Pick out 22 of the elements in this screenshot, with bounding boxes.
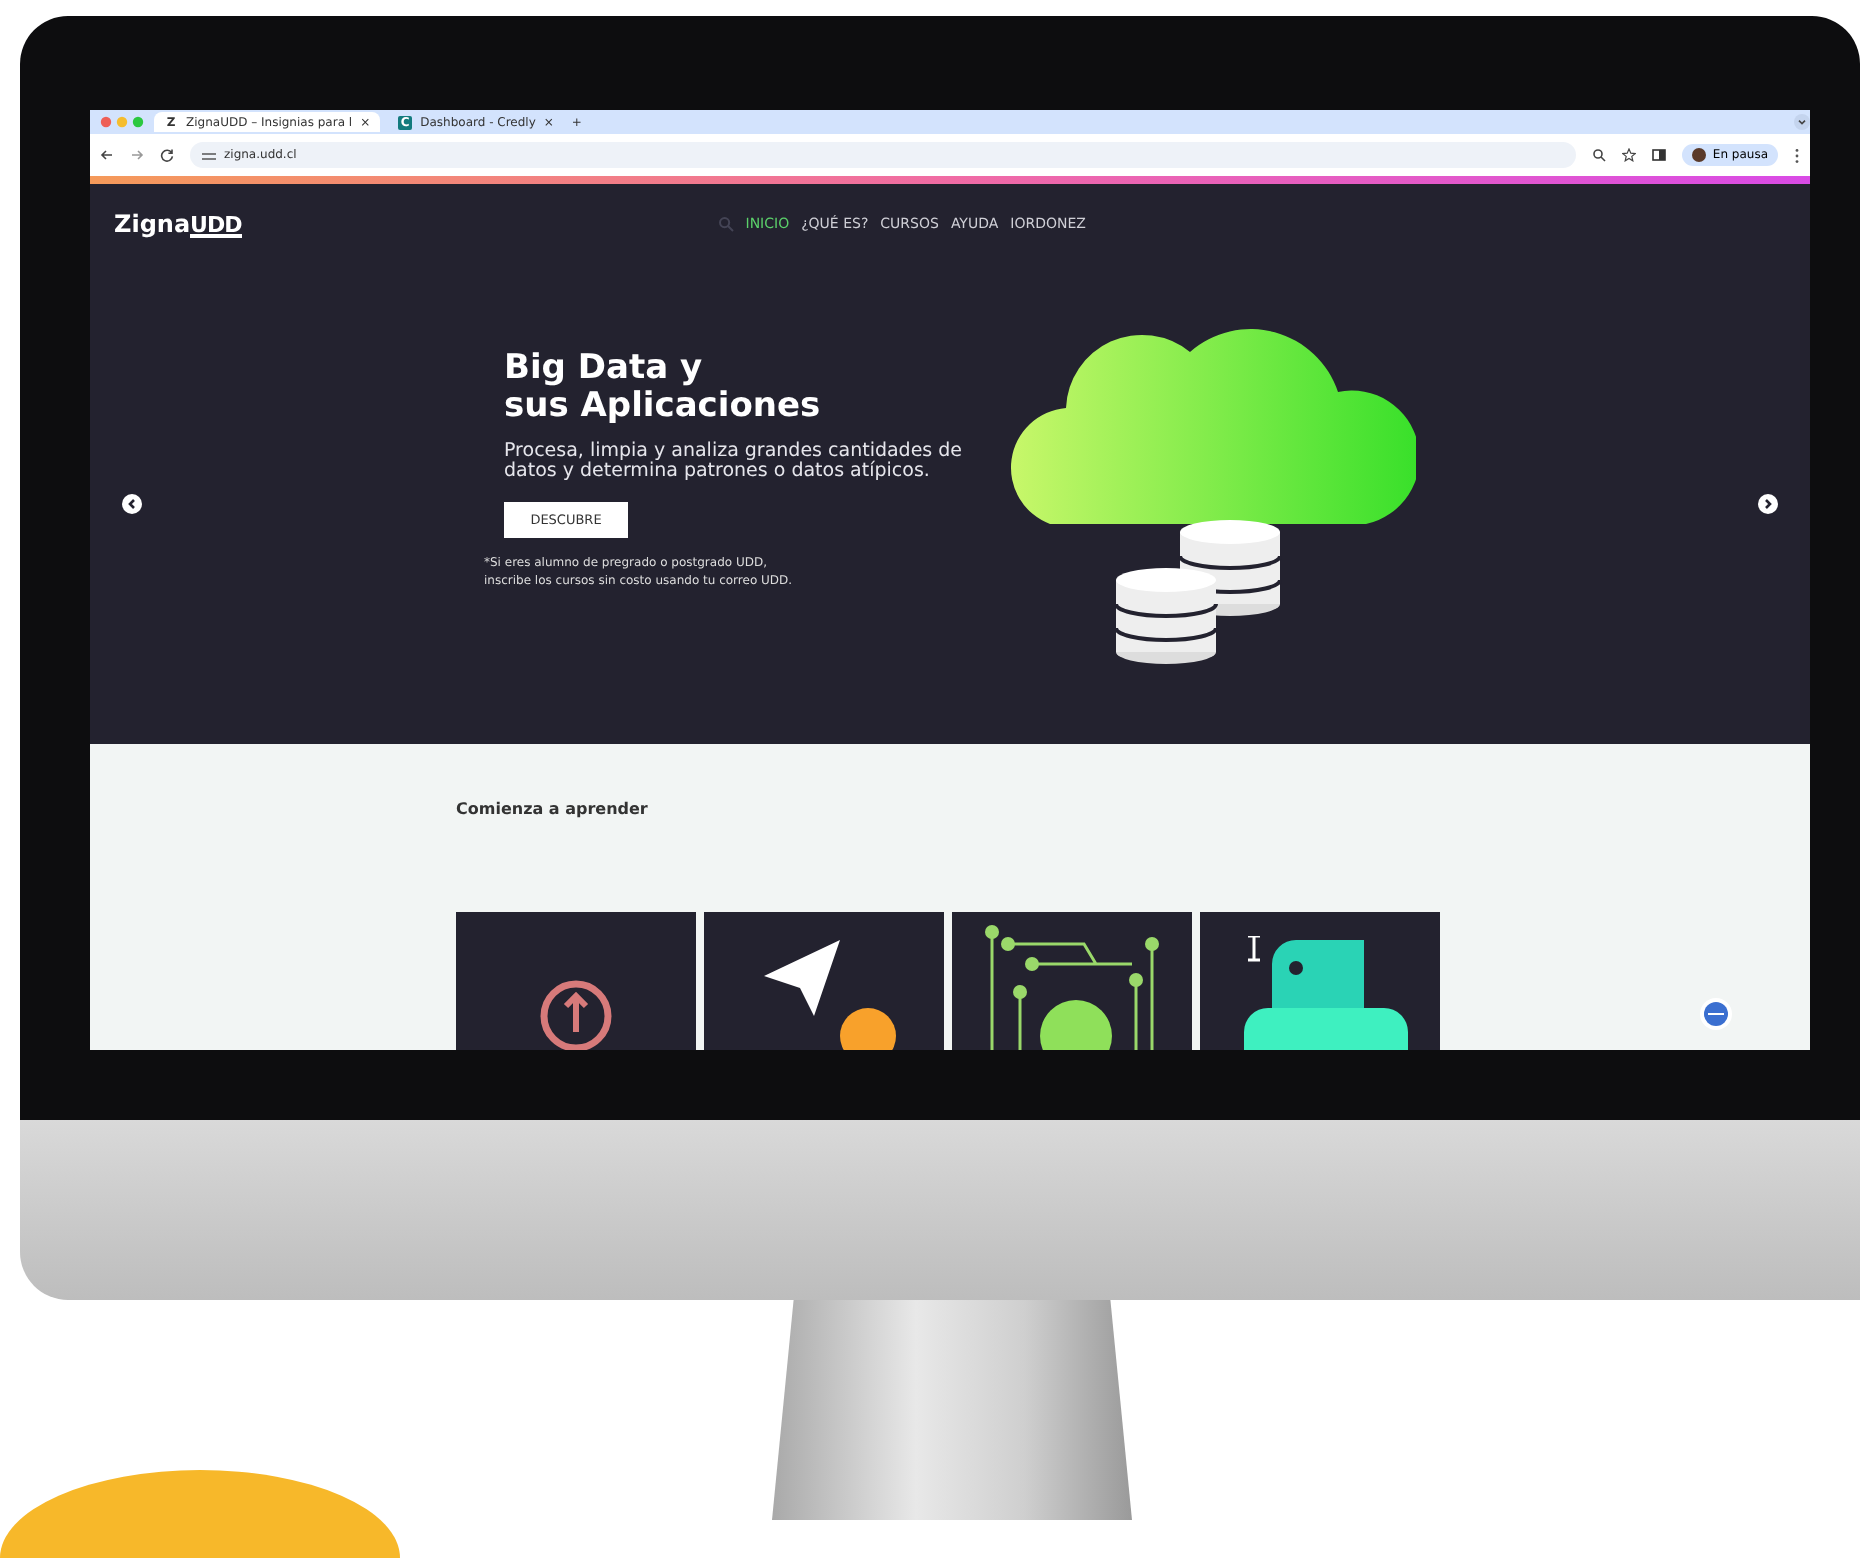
hero-description: Procesa, limpia y analiza grandes cantidades de datos y determina patrones o datos atípicos. — [504, 442, 965, 482]
course-card[interactable] — [952, 912, 1192, 1050]
zoom-icon[interactable] — [1592, 148, 1607, 162]
side-panel-icon[interactable] — [1652, 148, 1667, 162]
logo[interactable]: ZignaUDD — [114, 210, 242, 238]
dropdown-icon[interactable] — [1794, 114, 1810, 130]
back-icon[interactable] — [100, 148, 114, 162]
window-controls-icon — [98, 114, 146, 130]
reload-icon[interactable] — [160, 148, 174, 162]
course-card[interactable] — [1200, 912, 1440, 1050]
site-settings-icon — [202, 149, 216, 161]
course-card[interactable] — [704, 912, 944, 1050]
hero-title: Big Data y sus Aplicaciones — [504, 350, 823, 426]
circuit-coin-icon — [984, 924, 1160, 1050]
power-icon — [540, 980, 612, 1050]
star-icon[interactable] — [1622, 148, 1637, 162]
python-logo-icon — [1244, 936, 1408, 1050]
paper-plane-gear-icon — [764, 940, 896, 1050]
section-heading: Comienza a aprender — [456, 800, 650, 818]
forward-icon[interactable] — [130, 148, 144, 162]
more-icon[interactable] — [1794, 147, 1800, 163]
avatar-icon — [1692, 148, 1707, 162]
